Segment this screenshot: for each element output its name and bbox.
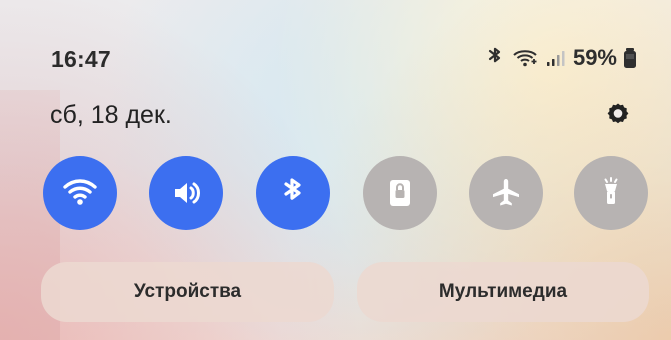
quick-toggles xyxy=(43,156,648,230)
bluetooth-icon xyxy=(485,46,505,70)
lock-screen-icon xyxy=(390,180,410,206)
status-icons: 59% xyxy=(485,44,637,72)
speaker-icon xyxy=(175,182,200,204)
wifi-toggle[interactable] xyxy=(43,156,117,230)
battery-percentage: 59% xyxy=(572,45,617,70)
airplane-icon xyxy=(493,179,519,206)
wifi-icon xyxy=(63,179,97,205)
battery-icon xyxy=(623,47,637,69)
sound-toggle[interactable] xyxy=(149,156,223,230)
bluetooth-icon xyxy=(284,178,301,200)
airplane-mode-toggle[interactable] xyxy=(469,156,543,230)
media-button[interactable]: Мультимедиа xyxy=(357,262,649,322)
date-label: сб, 18 дек. xyxy=(50,101,172,129)
signal-icon xyxy=(545,46,565,70)
screen-lock-toggle[interactable] xyxy=(363,156,437,230)
bluetooth-toggle[interactable] xyxy=(256,156,330,230)
wifi-calling-icon xyxy=(511,46,539,70)
flashlight-toggle[interactable] xyxy=(574,156,648,230)
notification-panel: 16:47 59% сб, 18 дек. Устройства Мультим… xyxy=(0,0,671,340)
status-time: 16:47 xyxy=(51,46,111,72)
devices-button[interactable]: Устройства xyxy=(41,262,334,322)
settings-button[interactable] xyxy=(604,101,632,129)
flashlight-icon xyxy=(604,177,618,204)
gear-icon xyxy=(607,103,629,124)
